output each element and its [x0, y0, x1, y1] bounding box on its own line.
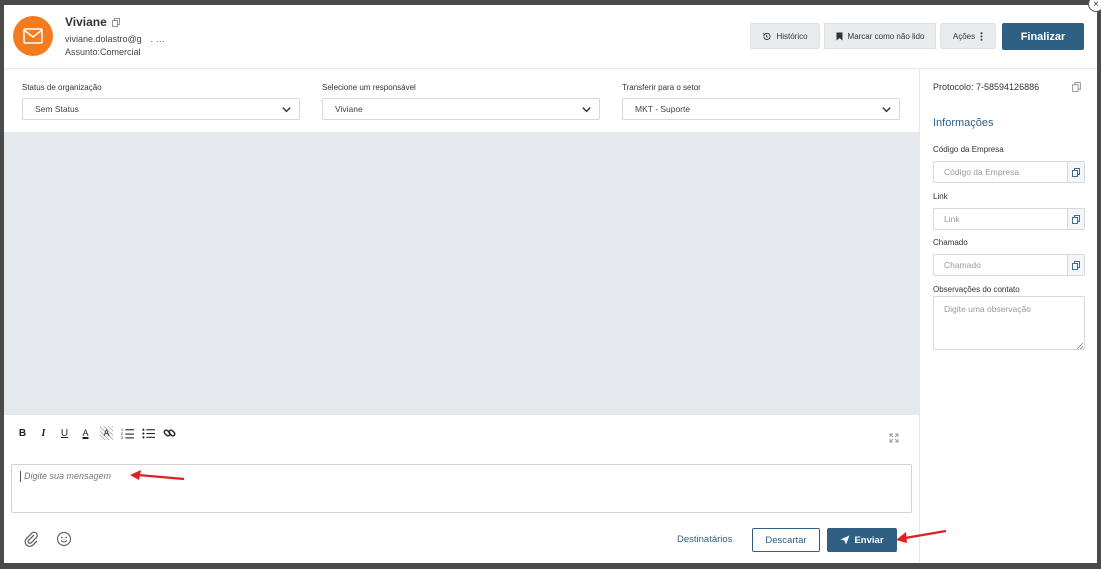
- expand-icon[interactable]: [889, 433, 899, 443]
- bold-button[interactable]: B: [16, 426, 29, 440]
- finalizar-button[interactable]: Finalizar: [1002, 23, 1084, 50]
- chamado-label: Chamado: [933, 238, 968, 247]
- chevron-down-icon: [882, 107, 891, 113]
- resize-handle-icon[interactable]: [1077, 343, 1083, 349]
- ordered-list-icon[interactable]: 1 2 3: [121, 426, 134, 440]
- bullet-list-icon[interactable]: [142, 426, 155, 440]
- message-placeholder: Digite sua mensagem: [24, 471, 112, 481]
- chevron-down-icon: [282, 107, 291, 113]
- paperclip-icon[interactable]: [24, 531, 39, 547]
- copy-icon[interactable]: [111, 17, 120, 27]
- chevron-down-icon: [582, 107, 591, 113]
- chamado-input[interactable]: Chamado: [933, 254, 1067, 276]
- link-label: Link: [933, 192, 948, 201]
- informacoes-title: Informações: [933, 117, 994, 129]
- contact-subject: Assunto:Comercial: [65, 47, 141, 57]
- smiley-icon[interactable]: [56, 531, 72, 547]
- status-select[interactable]: Sem Status: [22, 98, 300, 120]
- codigo-empresa-input[interactable]: Código da Empresa: [933, 161, 1067, 183]
- contact-name-text: Viviane: [65, 15, 107, 29]
- observacoes-label: Observações do contato: [933, 285, 1020, 294]
- editor-toolbar: B I U A A 1 2 3: [16, 426, 176, 440]
- status-label: Status de organização: [22, 83, 102, 92]
- underline-button[interactable]: U: [58, 426, 71, 440]
- italic-button[interactable]: I: [37, 426, 50, 440]
- link-input[interactable]: Link: [933, 208, 1067, 230]
- copy-chamado-button[interactable]: [1067, 254, 1085, 276]
- destinatarios-link[interactable]: Destinatários: [677, 534, 732, 545]
- setor-label: Transferir para o setor: [622, 83, 701, 92]
- modal-header: Viviane viviane.dolastro@g ․ ․․․ Assunto…: [4, 5, 1097, 69]
- copy-icon[interactable]: [1072, 82, 1081, 92]
- contact-name: Viviane: [65, 15, 120, 29]
- copy-icon: [1072, 214, 1080, 224]
- responsavel-select[interactable]: Viviane: [322, 98, 600, 120]
- link-icon[interactable]: [163, 426, 176, 440]
- copy-link-button[interactable]: [1067, 208, 1085, 230]
- copy-icon: [1072, 167, 1080, 177]
- annotation-arrow-icon: [896, 529, 947, 543]
- contact-email: viviane.dolastro@g ․ ․․․: [65, 34, 165, 44]
- acoes-button[interactable]: Ações: [940, 23, 996, 49]
- text-caret: [20, 471, 21, 483]
- marcar-nao-lido-button[interactable]: Marcar como não lido: [824, 23, 936, 49]
- paper-plane-icon: [840, 535, 850, 545]
- text-color-button[interactable]: A: [79, 426, 92, 440]
- responsavel-label: Selecione um responsável: [322, 83, 416, 92]
- copy-codigo-button[interactable]: [1067, 161, 1085, 183]
- history-icon: [763, 32, 771, 40]
- more-vertical-icon: [980, 31, 983, 41]
- svg-text:3: 3: [121, 436, 123, 440]
- highlight-button[interactable]: A: [100, 426, 113, 440]
- contact-avatar: [13, 16, 53, 56]
- historico-button[interactable]: Histórico: [750, 23, 820, 49]
- descartar-button[interactable]: Descartar: [752, 528, 820, 552]
- annotation-arrow-icon: [130, 470, 185, 481]
- info-panel: Protocolo: 7-58594126886 Informações Cód…: [919, 69, 1097, 563]
- protocolo-text: Protocolo: 7-58594126886: [933, 82, 1040, 92]
- setor-select[interactable]: MKT - Suporte: [622, 98, 900, 120]
- chat-messages-area: [4, 132, 919, 415]
- close-icon[interactable]: ×: [1088, 0, 1101, 12]
- codigo-empresa-label: Código da Empresa: [933, 145, 1004, 154]
- enviar-button[interactable]: Enviar: [827, 528, 897, 552]
- envelope-icon: [23, 28, 43, 44]
- copy-icon: [1072, 260, 1080, 270]
- bookmark-icon: [836, 32, 843, 40]
- observacoes-textarea[interactable]: Digite uma observação: [933, 296, 1085, 350]
